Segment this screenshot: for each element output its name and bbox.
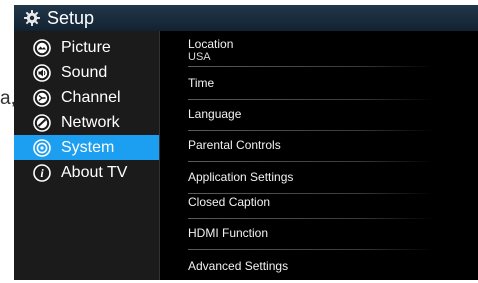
sidebar-item-label: System (61, 138, 115, 156)
menu-item-label: Parental Controls (188, 137, 281, 152)
page-title: Setup (47, 7, 95, 28)
sidebar-item-picture[interactable]: Picture (14, 35, 159, 60)
picture-icon (33, 38, 51, 57)
menu-item-value: USA (188, 50, 211, 63)
channel-icon (33, 88, 51, 107)
header-bar: Setup (14, 5, 478, 31)
network-icon (33, 113, 51, 132)
menu-item-label: Language (188, 106, 242, 121)
menu-item-label: HDMI Function (188, 225, 269, 240)
menu-item-label: Time (188, 75, 215, 90)
sidebar-item-sound[interactable]: Sound (14, 60, 159, 85)
row-divider (188, 249, 433, 250)
menu-item-advanced-settings[interactable]: Advanced Settings (188, 251, 438, 280)
sidebar-item-label: About TV (61, 163, 128, 181)
menu-item-label: Closed Caption (188, 194, 271, 209)
menu-item-location[interactable]: Location USA (188, 35, 438, 67)
background-text-fragment: a, (0, 88, 16, 109)
gear-icon (24, 10, 40, 26)
sidebar-item-channel[interactable]: Channel (14, 85, 159, 110)
menu-item-label: Advanced Settings (188, 258, 289, 273)
menu-item-time[interactable]: Time (188, 68, 438, 100)
menu-item-label: Application Settings (188, 169, 294, 184)
sidebar-item-system[interactable]: System (14, 135, 159, 160)
sidebar-item-label: Channel (61, 88, 121, 106)
sidebar: Picture Sound Channel Network System i A… (14, 31, 159, 280)
info-icon: i (33, 163, 51, 182)
sidebar-item-network[interactable]: Network (14, 110, 159, 135)
sound-icon (33, 63, 51, 82)
system-icon (33, 138, 51, 157)
svg-text:i: i (40, 166, 44, 180)
menu-item-closed-caption[interactable]: Closed Caption (188, 187, 438, 219)
row-divider (188, 66, 433, 67)
sidebar-item-about-tv[interactable]: i About TV (14, 160, 159, 185)
menu-item-parental-controls[interactable]: Parental Controls (188, 130, 438, 162)
sidebar-item-label: Picture (61, 38, 111, 56)
tv-setup-screen: Setup Picture Sound Channel Network Syst… (14, 5, 478, 280)
menu-item-label: Location (188, 36, 234, 51)
menu-item-hdmi-function[interactable]: HDMI Function (188, 218, 438, 250)
settings-menu: Location USA Time Language Parental Cont… (160, 31, 478, 280)
sidebar-item-label: Network (61, 113, 120, 131)
menu-item-language[interactable]: Language (188, 99, 438, 131)
sidebar-item-label: Sound (61, 63, 108, 81)
